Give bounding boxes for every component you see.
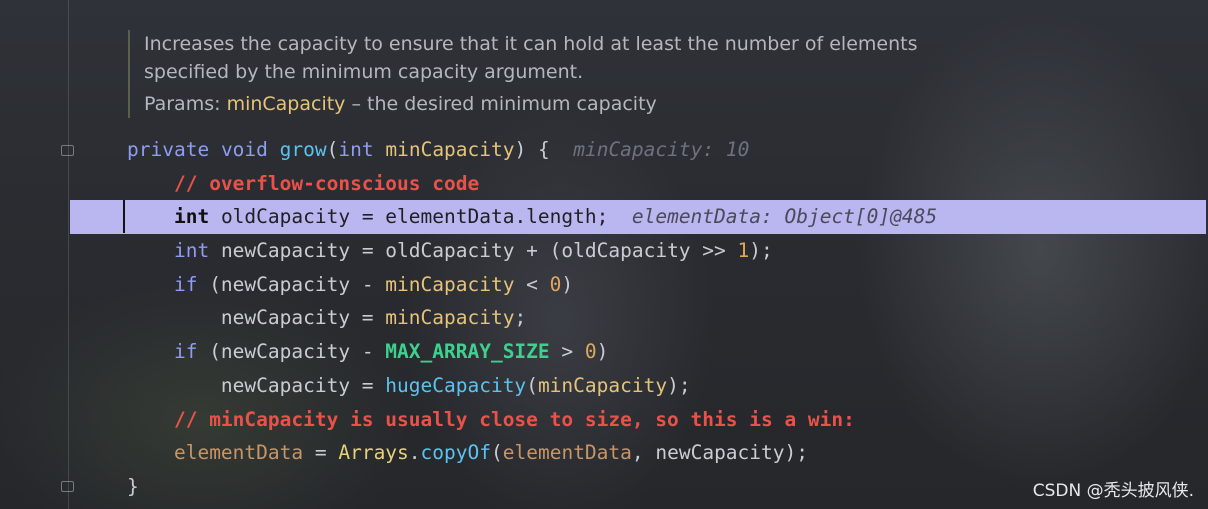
doc-params: Params: minCapacity – the desired minimu… bbox=[144, 90, 964, 118]
keyword: private bbox=[127, 138, 210, 161]
code-editor[interactable]: private void grow(int minCapacity) { min… bbox=[0, 133, 1208, 504]
code-line[interactable]: // minCapacity is usually close to size,… bbox=[0, 403, 1208, 437]
param-name: minCapacity bbox=[226, 93, 346, 115]
debug-inline-value: elementData: Object[0]@485 bbox=[631, 205, 938, 229]
field: elementData bbox=[502, 441, 632, 465]
code-text: > bbox=[549, 340, 585, 364]
code-line[interactable]: newCapacity = hugeCapacity(minCapacity); bbox=[0, 369, 1208, 403]
keyword: int bbox=[173, 205, 210, 229]
number-literal: 1 bbox=[737, 239, 750, 263]
field: elementData bbox=[173, 441, 304, 465]
number-literal: 0 bbox=[584, 340, 597, 364]
code-text: ( bbox=[526, 373, 538, 397]
javadoc-render: Increases the capacity to ensure that it… bbox=[128, 30, 964, 118]
code-text: ); bbox=[749, 239, 773, 263]
keyword: if bbox=[173, 272, 198, 296]
class-name: Arrays bbox=[338, 441, 409, 465]
doc-line-2: specified by the minimum capacity argume… bbox=[144, 61, 584, 83]
code-text: } bbox=[127, 474, 139, 498]
code-text: newCapacity = bbox=[220, 373, 386, 397]
code-line[interactable]: elementData = Arrays.copyOf(elementData,… bbox=[0, 436, 1208, 470]
code-line[interactable]: int newCapacity = oldCapacity + (oldCapa… bbox=[0, 234, 1208, 268]
text-caret bbox=[123, 200, 125, 234]
keyword: void bbox=[220, 138, 268, 161]
code-line[interactable]: if (newCapacity - minCapacity < 0) bbox=[0, 268, 1208, 302]
code-text: newCapacity = bbox=[220, 306, 386, 330]
code-text: newCapacity = oldCapacity + (oldCapacity… bbox=[209, 239, 738, 263]
code-line[interactable]: } bbox=[0, 470, 1208, 504]
code-text: ) bbox=[596, 340, 609, 364]
code-text: ( bbox=[491, 441, 503, 465]
comment: // overflow-conscious code bbox=[173, 171, 480, 195]
code-text: ) bbox=[561, 272, 574, 296]
debug-inline-value: minCapacity: 10 bbox=[573, 138, 750, 161]
doc-line-1: Increases the capacity to ensure that it… bbox=[144, 33, 918, 55]
code-text: < bbox=[514, 272, 550, 296]
method-call: hugeCapacity bbox=[385, 373, 527, 397]
constant: MAX_ARRAY_SIZE bbox=[385, 340, 550, 364]
parameter: minCapacity bbox=[385, 306, 515, 330]
parameter: minCapacity bbox=[537, 373, 668, 397]
watermark: CSDN @秃头披风侠. bbox=[1032, 481, 1194, 501]
code-line[interactable]: if (newCapacity - MAX_ARRAY_SIZE > 0) bbox=[0, 335, 1208, 369]
keyword: if bbox=[173, 340, 198, 364]
code-line[interactable]: newCapacity = minCapacity; bbox=[0, 301, 1208, 335]
keyword: int bbox=[173, 239, 210, 263]
keyword: int bbox=[338, 138, 374, 161]
code-text: = bbox=[303, 441, 339, 465]
code-text: . bbox=[408, 441, 421, 465]
parameter: minCapacity bbox=[385, 272, 515, 296]
params-label: Params: bbox=[144, 93, 221, 115]
method-call: copyOf bbox=[420, 441, 491, 465]
number-literal: 0 bbox=[549, 272, 562, 296]
code-text: ) { bbox=[514, 138, 550, 161]
param-desc: – the desired minimum capacity bbox=[345, 93, 657, 115]
method-name: grow bbox=[279, 138, 327, 161]
code-text: ; bbox=[514, 306, 527, 330]
code-text: oldCapacity = elementData.length; bbox=[209, 205, 609, 229]
parameter: minCapacity bbox=[385, 138, 515, 161]
code-line[interactable]: private void grow(int minCapacity) { min… bbox=[0, 133, 1208, 167]
code-text: , newCapacity); bbox=[631, 441, 808, 465]
code-text: ); bbox=[667, 373, 691, 397]
comment: // minCapacity is usually close to size,… bbox=[173, 407, 855, 431]
code-text: (newCapacity - bbox=[197, 340, 386, 364]
current-execution-line[interactable]: int oldCapacity = elementData.length; el… bbox=[70, 200, 1206, 235]
code-line[interactable]: // overflow-conscious code bbox=[0, 167, 1208, 201]
code-text: (newCapacity - bbox=[197, 272, 386, 296]
